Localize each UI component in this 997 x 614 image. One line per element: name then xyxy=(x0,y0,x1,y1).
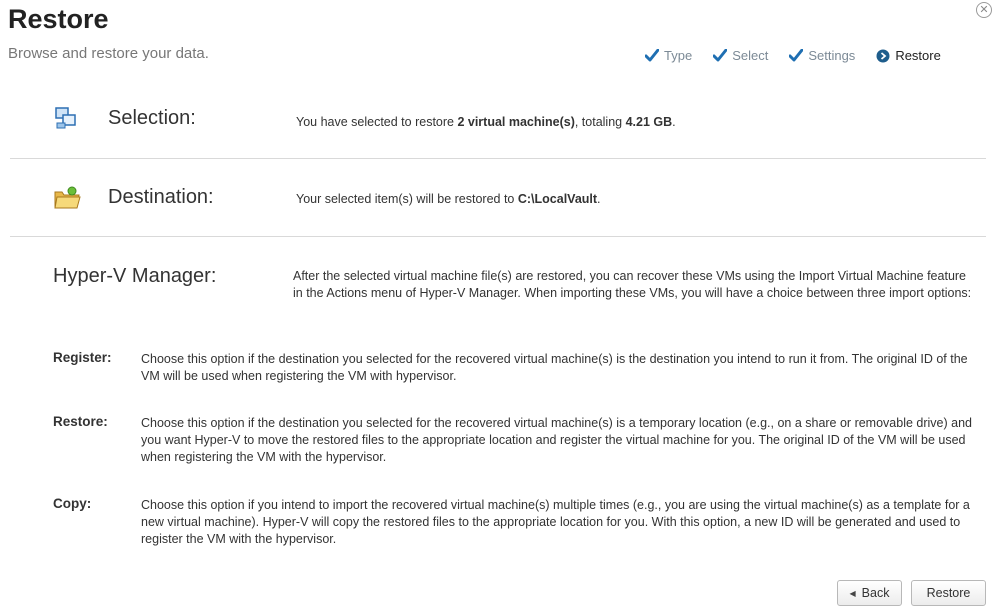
step-label: Type xyxy=(664,48,693,63)
selection-text: You have selected to restore 2 virtual m… xyxy=(296,115,676,129)
option-label: Register: xyxy=(53,350,112,365)
checkmark-icon xyxy=(713,49,728,62)
destination-text: Your selected item(s) will be restored t… xyxy=(296,192,601,206)
hyperv-description: After the selected virtual machine file(… xyxy=(293,269,972,300)
wizard-steps: Type Select Settings Restore xyxy=(645,48,941,63)
option-description: Choose this option if the destination yo… xyxy=(141,352,968,383)
step-label: Restore xyxy=(895,48,941,63)
step-restore: Restore xyxy=(876,48,941,63)
back-button[interactable]: ◀ Back xyxy=(837,580,902,606)
back-arrow-icon: ◀ xyxy=(849,588,856,598)
option-label: Restore: xyxy=(53,414,108,429)
destination-label: Destination: xyxy=(108,186,214,208)
restore-button[interactable]: Restore xyxy=(911,580,986,606)
hyperv-label: Hyper-V Manager: xyxy=(53,265,217,287)
checkmark-icon xyxy=(645,49,659,62)
divider xyxy=(10,158,986,159)
selection-label: Selection: xyxy=(108,107,196,129)
step-type: Type xyxy=(645,48,692,63)
step-select: Select xyxy=(713,48,768,63)
current-step-icon xyxy=(876,49,890,62)
close-icon[interactable]: ✕ xyxy=(976,2,992,18)
option-description: Choose this option if the destination yo… xyxy=(141,416,972,464)
page-title: Restore xyxy=(8,4,109,34)
option-label: Copy: xyxy=(53,496,92,511)
step-settings: Settings xyxy=(789,48,855,63)
step-label: Select xyxy=(732,48,769,63)
divider xyxy=(10,236,986,237)
folder-icon xyxy=(54,186,81,209)
option-description: Choose this option if you intend to impo… xyxy=(141,498,970,546)
page-subtitle: Browse and restore your data. xyxy=(8,45,209,62)
checkmark-icon xyxy=(789,49,804,62)
virtual-machines-icon xyxy=(55,107,76,129)
step-label: Settings xyxy=(808,48,856,63)
